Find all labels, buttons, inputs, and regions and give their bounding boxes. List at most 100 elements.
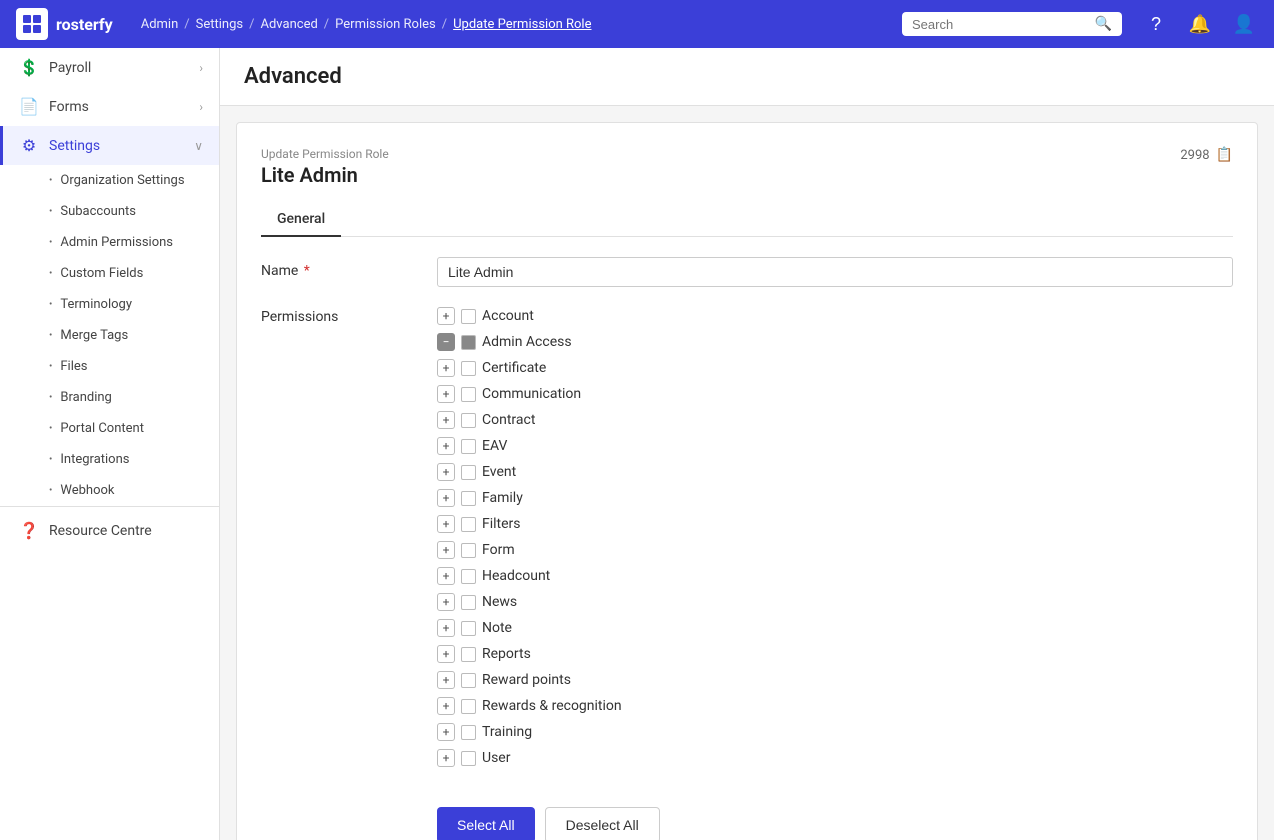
breadcrumb-settings[interactable]: Settings <box>196 17 243 32</box>
sidebar-item-forms[interactable]: 📄 Forms › <box>0 87 219 126</box>
main-content: Advanced Update Permission Role Lite Adm… <box>220 48 1274 840</box>
expand-certificate[interactable]: + <box>437 359 455 377</box>
tab-bar: General <box>261 203 1233 237</box>
logo-icon <box>16 8 48 40</box>
copy-icon[interactable]: 📋 <box>1216 147 1233 163</box>
perm-reports-label: Reports <box>482 646 531 662</box>
user-avatar[interactable]: 👤 <box>1230 10 1258 38</box>
branding-label: Branding <box>60 390 111 405</box>
app-logo[interactable]: rosterfy <box>16 8 113 40</box>
expand-eav[interactable]: + <box>437 437 455 455</box>
tab-general[interactable]: General <box>261 203 341 237</box>
sep2: / <box>249 17 254 32</box>
checkbox-family[interactable] <box>461 491 476 506</box>
checkbox-reports[interactable] <box>461 647 476 662</box>
sidebar-item-subaccounts[interactable]: Subaccounts <box>46 196 219 227</box>
checkbox-news[interactable] <box>461 595 476 610</box>
deselect-all-button[interactable]: Deselect All <box>545 807 660 840</box>
name-input-wrapper <box>437 257 1233 287</box>
perm-form-label: Form <box>482 542 515 558</box>
checkbox-filters[interactable] <box>461 517 476 532</box>
notifications-icon[interactable]: 🔔 <box>1186 10 1214 38</box>
checkbox-note[interactable] <box>461 621 476 636</box>
card-id: 2998 📋 <box>1180 147 1233 163</box>
sidebar-item-settings[interactable]: ⚙ Settings ∨ <box>0 126 219 165</box>
sidebar-item-resource-centre[interactable]: ❓ Resource Centre <box>0 511 219 550</box>
checkbox-eav[interactable] <box>461 439 476 454</box>
checkbox-event[interactable] <box>461 465 476 480</box>
admin-permissions-label: Admin Permissions <box>60 235 173 250</box>
sidebar-item-custom-fields[interactable]: Custom Fields <box>46 258 219 289</box>
sidebar-item-organization-settings[interactable]: Organization Settings <box>46 165 219 196</box>
checkbox-rewards-recognition[interactable] <box>461 699 476 714</box>
select-all-button[interactable]: Select All <box>437 807 535 840</box>
perm-admin-access: − Admin Access <box>437 329 1233 355</box>
checkbox-headcount[interactable] <box>461 569 476 584</box>
checkbox-contract[interactable] <box>461 413 476 428</box>
expand-headcount[interactable]: + <box>437 567 455 585</box>
top-navigation: rosterfy Admin / Settings / Advanced / P… <box>0 0 1274 48</box>
expand-note[interactable]: + <box>437 619 455 637</box>
breadcrumb-admin[interactable]: Admin <box>141 17 179 32</box>
expand-communication[interactable]: + <box>437 385 455 403</box>
sidebar-item-merge-tags[interactable]: Merge Tags <box>46 320 219 351</box>
permissions-list: + Account − Admin Access + Certif <box>437 303 1233 840</box>
help-icon[interactable]: ? <box>1142 10 1170 38</box>
checkbox-admin-access[interactable] <box>461 335 476 350</box>
forms-chevron: › <box>199 100 203 114</box>
perm-news-label: News <box>482 594 517 610</box>
checkbox-communication[interactable] <box>461 387 476 402</box>
expand-user[interactable]: + <box>437 749 455 767</box>
checkbox-training[interactable] <box>461 725 476 740</box>
sidebar-item-payroll[interactable]: 💲 Payroll › <box>0 48 219 87</box>
checkbox-reward-points[interactable] <box>461 673 476 688</box>
search-box[interactable]: 🔍 <box>902 12 1122 36</box>
perm-rewards-recognition: + Rewards & recognition <box>437 693 1233 719</box>
checkbox-account[interactable] <box>461 309 476 324</box>
breadcrumb-permission-roles[interactable]: Permission Roles <box>335 17 436 32</box>
expand-reports[interactable]: + <box>437 645 455 663</box>
expand-reward-points[interactable]: + <box>437 671 455 689</box>
sidebar-item-forms-label: Forms <box>49 99 89 115</box>
checkbox-certificate[interactable] <box>461 361 476 376</box>
resource-centre-label: Resource Centre <box>49 523 152 539</box>
checkbox-user[interactable] <box>461 751 476 766</box>
sidebar-item-branding[interactable]: Branding <box>46 382 219 413</box>
perm-filters-label: Filters <box>482 516 521 532</box>
perm-training: + Training <box>437 719 1233 745</box>
sidebar-item-admin-permissions[interactable]: Admin Permissions <box>46 227 219 258</box>
integrations-label: Integrations <box>60 452 129 467</box>
settings-icon: ⚙ <box>19 136 39 155</box>
expand-account[interactable]: + <box>437 307 455 325</box>
card-title-block: Update Permission Role Lite Admin <box>261 147 389 187</box>
checkbox-form[interactable] <box>461 543 476 558</box>
expand-event[interactable]: + <box>437 463 455 481</box>
expand-family[interactable]: + <box>437 489 455 507</box>
card-id-value: 2998 <box>1180 148 1209 163</box>
expand-filters[interactable]: + <box>437 515 455 533</box>
sidebar-item-portal-content[interactable]: Portal Content <box>46 413 219 444</box>
expand-training[interactable]: + <box>437 723 455 741</box>
expand-rewards-recognition[interactable]: + <box>437 697 455 715</box>
perm-eav: + EAV <box>437 433 1233 459</box>
sidebar-item-terminology[interactable]: Terminology <box>46 289 219 320</box>
sidebar-item-payroll-label: Payroll <box>49 60 91 76</box>
sidebar-item-files[interactable]: Files <box>46 351 219 382</box>
breadcrumb-update-permission-role[interactable]: Update Permission Role <box>453 17 591 32</box>
expand-form[interactable]: + <box>437 541 455 559</box>
expand-admin-access[interactable]: − <box>437 333 455 351</box>
resource-centre-icon: ❓ <box>19 521 39 540</box>
payroll-chevron: › <box>199 61 203 75</box>
sidebar-item-integrations[interactable]: Integrations <box>46 444 219 475</box>
perm-event-label: Event <box>482 464 516 480</box>
breadcrumb-advanced[interactable]: Advanced <box>261 17 318 32</box>
expand-contract[interactable]: + <box>437 411 455 429</box>
sidebar-item-webhook[interactable]: Webhook <box>46 475 219 506</box>
perm-contract: + Contract <box>437 407 1233 433</box>
subaccounts-label: Subaccounts <box>60 204 136 219</box>
settings-chevron: ∨ <box>194 139 203 153</box>
name-input[interactable] <box>437 257 1233 287</box>
expand-news[interactable]: + <box>437 593 455 611</box>
sidebar: 💲 Payroll › 📄 Forms › ⚙ Settings ∨ Organ… <box>0 48 220 840</box>
search-input[interactable] <box>912 17 1089 32</box>
